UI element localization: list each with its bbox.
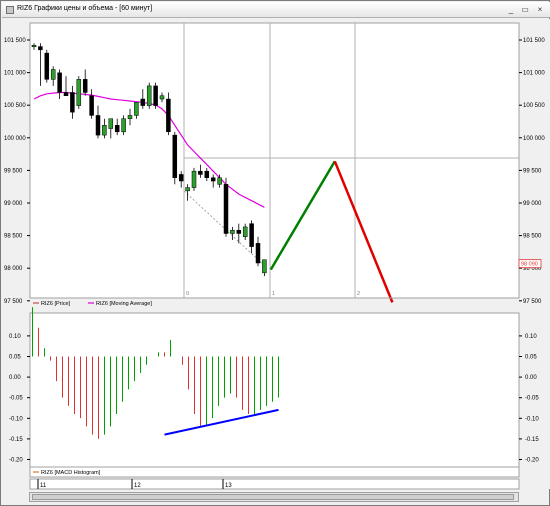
price-axis-label-right: 99 500 (523, 168, 542, 174)
price-legend-label: RIZ6 [Moving Average] (96, 301, 152, 307)
price-axis-label-right: 97 500 (523, 299, 542, 305)
candle-body[interactable] (178, 174, 184, 182)
price-pane[interactable] (29, 22, 520, 299)
price-axis-label-left: 97 500 (4, 299, 23, 305)
candle-body[interactable] (70, 92, 75, 113)
price-axis-label-right: 101 000 (523, 71, 545, 77)
candle-body[interactable] (31, 44, 37, 47)
time-axis-label: 13 (225, 483, 232, 489)
candle-body[interactable] (153, 85, 158, 106)
candle-body[interactable] (95, 115, 101, 136)
macd-axis-label-right: 0.05 (525, 355, 537, 361)
candle-body[interactable] (102, 125, 107, 136)
macd-axis-label-left: 0.05 (9, 355, 21, 361)
macd-axis-label-right: 0.00 (525, 375, 537, 381)
candle-body[interactable] (82, 79, 88, 93)
chart-canvas[interactable]: 101 500 101 500 101 000 101 000 100 500 100 5… (1, 1, 550, 506)
candle-body[interactable] (108, 118, 114, 129)
cursor-label-2: 2 (357, 291, 360, 297)
candle-body[interactable] (191, 170, 197, 188)
candle-body[interactable] (146, 85, 152, 106)
price-axis-label-right: 98 500 (523, 234, 542, 240)
candle-body[interactable] (38, 46, 43, 51)
price-axis-label-left: 99 000 (4, 201, 23, 207)
candle-body[interactable] (134, 102, 139, 116)
horizontal-scrollbar[interactable] (29, 492, 519, 502)
macd-axis-label-left: -0.05 (9, 396, 23, 402)
current-price-label: 98 090 (521, 262, 538, 268)
candle-body[interactable] (127, 115, 133, 119)
candle-body[interactable] (262, 259, 267, 274)
macd-axis-label-right: -0.20 (525, 458, 539, 464)
time-axis-label: 11 (40, 483, 47, 489)
price-axis-label-right: 99 000 (523, 201, 542, 207)
candle-body[interactable] (166, 98, 171, 133)
candle-body[interactable] (44, 52, 50, 80)
price-axis-label-right: 100 000 (523, 136, 545, 142)
scrollbar-thumb[interactable] (32, 494, 514, 500)
price-axis-label-left: 100 500 (4, 103, 26, 109)
macd-axis-label-right: -0.10 (525, 416, 539, 422)
price-axis-label-left: 99 500 (4, 168, 23, 174)
candle-body[interactable] (236, 229, 242, 234)
candle-body[interactable] (159, 95, 165, 100)
price-axis-label-left: 101 000 (4, 71, 26, 77)
candle-body[interactable] (76, 79, 82, 106)
candle-body[interactable] (204, 170, 210, 178)
candle-body[interactable] (223, 184, 229, 234)
price-axis-label-left: 98 500 (4, 234, 23, 240)
time-axis-strip (29, 478, 520, 490)
candle-body[interactable] (255, 243, 261, 264)
candle-body[interactable] (249, 223, 254, 247)
macd-axis-label-right: 0.10 (525, 334, 537, 340)
candle-body[interactable] (121, 118, 126, 133)
macd-axis-label-left: -0.10 (9, 416, 23, 422)
candle-body[interactable] (242, 226, 248, 238)
price-legend-label: RIZ6 [Price] (41, 301, 71, 307)
candle-body[interactable] (50, 69, 56, 80)
candle-body[interactable] (210, 177, 216, 182)
candle-body[interactable] (185, 187, 190, 192)
candle-body[interactable] (230, 229, 235, 234)
macd-axis-label-right: -0.15 (525, 437, 539, 443)
candle-body[interactable] (172, 134, 178, 178)
cursor-label-0: 0 (186, 291, 189, 297)
time-axis-label: 12 (134, 483, 141, 489)
candle-body[interactable] (63, 92, 69, 97)
price-axis-label-left: 101 500 (4, 38, 26, 44)
price-axis-label-right: 101 500 (523, 38, 545, 44)
price-axis-label-right: 100 500 (523, 103, 545, 109)
macd-axis-label-right: -0.05 (525, 396, 539, 402)
candle-body[interactable] (57, 72, 62, 93)
candle-body[interactable] (114, 125, 120, 133)
macd-pane[interactable] (29, 312, 520, 478)
macd-axis-label-left: 0.10 (9, 334, 21, 340)
price-axis-label-left: 98 000 (4, 266, 23, 272)
macd-legend-label: RIZ6 [MACD Histogram] (41, 470, 101, 476)
candle-body[interactable] (198, 170, 203, 175)
candle-body[interactable] (140, 98, 146, 106)
chart-window: RIZ6 Графики цены и объема - [60 минут] … (0, 0, 550, 506)
candle-body[interactable] (89, 95, 94, 116)
price-axis-label-left: 100 000 (4, 136, 26, 142)
cursor-label-1: 1 (272, 291, 275, 297)
macd-axis-label-left: 0.00 (9, 375, 21, 381)
macd-axis-label-left: -0.20 (9, 458, 23, 464)
candle-body[interactable] (217, 177, 222, 185)
macd-axis-label-left: -0.15 (9, 437, 23, 443)
